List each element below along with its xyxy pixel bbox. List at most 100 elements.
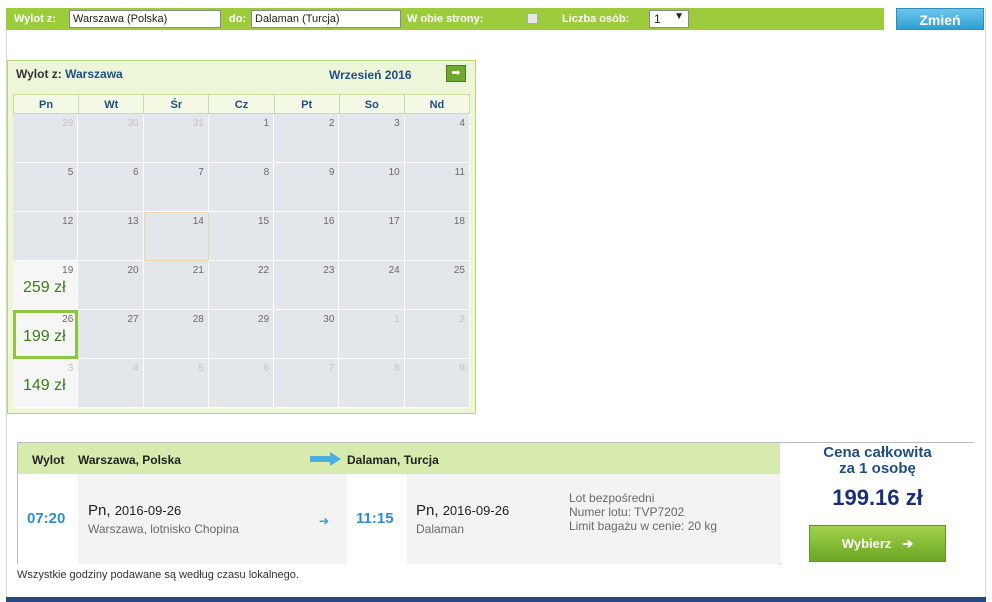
persons-select[interactable]: 1 ▼ [649,10,689,28]
next-month-button[interactable]: ➡ [446,65,466,82]
calendar-week-row: 19 259 zł 20 21 22 23 24 25 [13,261,470,310]
departure-label: Wylot [32,453,65,467]
calendar-day-with-price[interactable]: 26 199 zł [13,310,79,359]
calendar-day: 9 [274,163,340,212]
day-number: 6 [263,363,270,374]
calendar-day: 8 [339,359,405,408]
day-number: 28 [192,314,204,325]
arrow-right-icon: ➡ [451,67,461,79]
day-number: 10 [388,167,400,178]
price-label: Cena całkowita za 1 osobę [781,445,974,477]
calendar-day: 1 [208,114,275,163]
day-number: 9 [328,167,335,178]
calendar-day: 27 [78,310,144,359]
change-button[interactable]: Zmień [896,8,984,30]
calendar-day: 17 [339,212,405,261]
day-number: 6 [133,167,139,178]
arrival-city: Dalaman, Turcja [347,453,439,467]
to-input[interactable] [251,10,401,28]
day-price: 149 zł [23,377,66,394]
price-label-line-2: za 1 osobę [839,460,916,477]
price-panel: Cena całkowita za 1 osobę 199.16 zł Wybi… [781,443,974,564]
calendar-header: Wylot z: Warszawa [16,67,123,81]
calendar-day: 20 [78,261,144,310]
calendar-day: 21 [143,261,209,310]
calendar-week-row: 29 30 31 1 2 3 4 [13,114,470,163]
departure-date: Pn, 2016-09-26 [88,502,181,519]
flight-card: Wylot Warszawa, Polska Dalaman, Turcja 0… [17,442,974,564]
day-number: 2 [328,118,335,129]
calendar-day: 6 [208,359,275,408]
day-number: 30 [323,314,335,325]
calendar-day: 7 [274,359,340,408]
calendar-day: 29 [208,310,275,359]
departure-airport: Warszawa, lotnisko Chopina [88,522,239,536]
flight-type: Lot bezpośredni [569,491,655,505]
weekday-label: Pt [274,94,340,114]
persons-value: 1 [654,12,661,26]
day-number: 4 [459,118,465,129]
roundtrip-checkbox[interactable] [527,13,538,24]
calendar-day: 13 [78,212,144,261]
day-number: 14 [192,216,204,227]
arrival-day: Pn, [416,502,439,519]
weekday-label: Pn [13,94,80,114]
calendar: Wylot z: Warszawa Wrzesień 2016 ➡ Pn Wt Śr… [7,60,476,414]
from-input[interactable] [69,10,221,28]
calendar-day: 14 [143,212,209,261]
day-number: 1 [394,314,400,325]
calendar-header-city: Warszawa [65,67,123,81]
persons-label: Liczba osób: [562,13,630,25]
calendar-day: 9 [404,359,470,408]
departure-date-value: 2016-09-26 [114,503,182,518]
calendar-day: 28 [143,310,209,359]
day-number: 7 [198,167,204,178]
day-number: 1 [263,118,270,129]
calendar-header-prefix: Wylot z: [16,67,62,81]
flight-details: 07:20 Pn, 2016-09-26 Warszawa, lotnisko … [18,474,780,564]
calendar-day: 30 [274,310,340,359]
calendar-day-with-price[interactable]: 19 259 zł [13,261,79,310]
calendar-day: 5 [143,359,209,408]
calendar-day: 16 [274,212,340,261]
arrival-time: 11:15 [356,510,394,527]
arrow-right-icon: ➔ [895,536,914,551]
timezone-note: Wszystkie godziny podawane są według cza… [17,569,299,581]
day-number: 17 [388,216,400,227]
calendar-day: 31 [143,114,209,163]
departure-day: Pn, [88,502,111,519]
arrival-airport: Dalaman [416,522,465,536]
day-price: 199 zł [23,328,66,345]
arrow-right-icon [310,452,341,466]
departure-city: Warszawa, Polska [78,453,181,467]
weekday-label: So [339,94,405,114]
day-number: 26 [62,314,74,325]
calendar-week-row: 12 13 14 15 16 17 18 [13,212,470,261]
weekday-label: Nd [404,94,470,114]
day-number: 8 [394,363,400,374]
calendar-week-row: 3 149 zł 4 5 6 7 8 9 [13,359,470,408]
small-arrow-right-icon: ➔ [319,514,330,528]
search-bar: Wylot z: do: W obie strony: Liczba osób:… [6,8,884,30]
calendar-day: 4 [404,114,470,163]
day-number: 3 [67,363,74,374]
calendar-day: 23 [274,261,340,310]
weekday-label: Śr [144,94,210,114]
flight-number: Numer lotu: TVP7202 [569,505,685,519]
day-number: 29 [258,314,270,325]
weekday-header-row: Pn Wt Śr Cz Pt So Nd [13,94,470,114]
choose-button[interactable]: Wybierz ➔ [809,525,946,562]
calendar-day: 18 [404,212,470,261]
calendar-day: 22 [208,261,275,310]
day-number: 29 [62,118,74,129]
day-number: 4 [133,363,139,374]
calendar-day: 29 [13,114,79,163]
calendar-day: 3 [339,114,405,163]
footer-bar [6,597,986,602]
weekday-label: Cz [209,94,275,114]
calendar-day-with-price[interactable]: 3 149 zł [13,359,79,408]
calendar-day: 10 [339,163,405,212]
to-label: do: [229,13,247,25]
day-number: 23 [323,265,335,276]
day-number: 18 [453,216,465,227]
